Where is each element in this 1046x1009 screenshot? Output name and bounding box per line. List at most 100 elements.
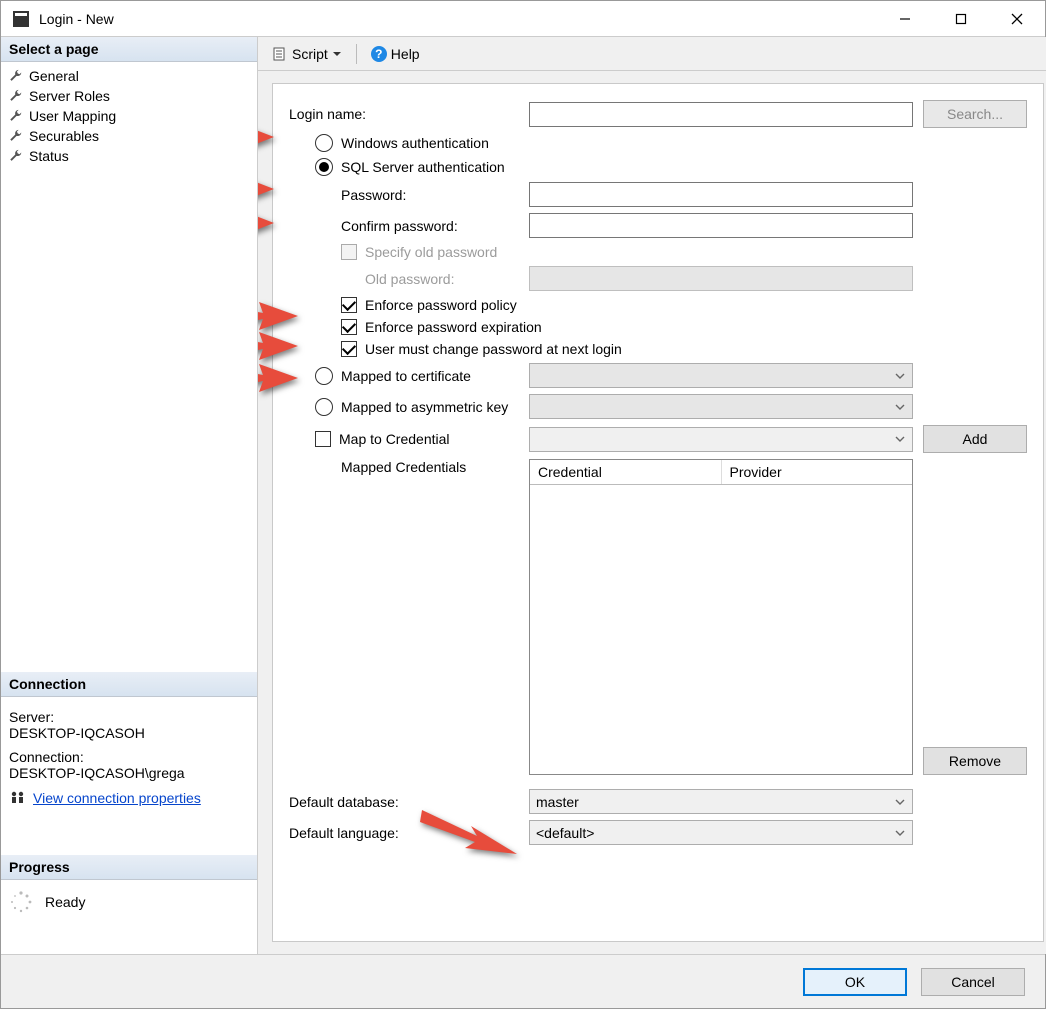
search-button[interactable]: Search...	[923, 100, 1027, 128]
windows-auth-radio[interactable]: Windows authentication	[315, 134, 529, 152]
default-database-combo[interactable]: master	[529, 789, 913, 814]
script-dropdown[interactable]: Script	[268, 44, 346, 64]
mapped-certificate-radio[interactable]: Mapped to certificate	[315, 367, 529, 385]
confirm-password-input[interactable]	[529, 213, 913, 238]
ok-button[interactable]: OK	[803, 968, 907, 996]
window-title: Login - New	[39, 11, 877, 27]
connection-value: DESKTOP-IQCASOH\grega	[9, 765, 249, 781]
view-connection-properties-link[interactable]: View connection properties	[33, 790, 201, 806]
sidebar-item-server-roles[interactable]: Server Roles	[3, 86, 255, 106]
sql-auth-radio[interactable]: SQL Server authentication	[315, 158, 505, 176]
main: Script ? Help Login name:	[258, 37, 1046, 954]
arrow-annotation	[258, 354, 303, 402]
arrow-annotation	[258, 196, 279, 250]
script-label: Script	[292, 46, 328, 62]
enforce-policy-checkbox[interactable]: Enforce password policy	[341, 297, 517, 313]
wrench-icon	[9, 109, 23, 123]
old-password-input	[529, 266, 913, 291]
help-button[interactable]: ? Help	[367, 44, 424, 64]
add-button[interactable]: Add	[923, 425, 1027, 453]
connection-section: Server: DESKTOP-IQCASOH Connection: DESK…	[1, 697, 257, 815]
separator	[356, 44, 357, 64]
titlebar: Login - New	[1, 1, 1045, 37]
progress-row: Ready	[1, 880, 257, 914]
sidebar-item-label: Server Roles	[29, 88, 110, 104]
credentials-grid[interactable]: Credential Provider	[529, 459, 913, 775]
sidebar-item-label: General	[29, 68, 79, 84]
sidebar-item-label: Securables	[29, 128, 99, 144]
enforce-policy-label: Enforce password policy	[365, 297, 517, 313]
col-credential: Credential	[530, 460, 722, 484]
radio-icon	[315, 134, 333, 152]
toolstrip: Script ? Help	[258, 37, 1046, 71]
must-change-checkbox[interactable]: User must change password at next login	[341, 341, 622, 357]
mapped-credentials-label: Mapped Credentials	[289, 459, 529, 475]
asymmetric-combo[interactable]	[529, 394, 913, 419]
must-change-label: User must change password at next login	[365, 341, 622, 357]
password-input[interactable]	[529, 182, 913, 207]
checkbox-icon	[341, 244, 357, 260]
default-language-combo[interactable]: <default>	[529, 820, 913, 845]
sidebar-item-securables[interactable]: Securables	[3, 126, 255, 146]
specify-old-password-checkbox[interactable]: Specify old password	[341, 244, 497, 260]
combo-value: <default>	[536, 825, 594, 841]
maximize-button[interactable]	[933, 1, 989, 37]
arrow-annotation	[258, 110, 279, 164]
password-label: Password:	[289, 187, 529, 203]
windows-auth-label: Windows authentication	[341, 135, 489, 151]
chevron-down-icon	[894, 827, 906, 839]
map-credential-checkbox[interactable]: Map to Credential	[315, 431, 529, 447]
certificate-combo[interactable]	[529, 363, 913, 388]
arrow-annotation	[417, 806, 527, 860]
progress-text: Ready	[45, 894, 85, 910]
app-icon	[13, 11, 29, 27]
checkbox-icon	[341, 319, 357, 335]
connection-heading: Connection	[1, 672, 257, 697]
pages-heading: Select a page	[1, 37, 257, 62]
general-card: Login name: Search... Windows authentica…	[272, 83, 1044, 942]
close-button[interactable]	[989, 1, 1045, 37]
chevron-down-icon	[894, 433, 906, 445]
old-password-label: Old password:	[365, 271, 454, 287]
chevron-down-icon	[894, 796, 906, 808]
checkbox-icon	[315, 431, 331, 447]
cancel-button[interactable]: Cancel	[921, 968, 1025, 996]
wrench-icon	[9, 129, 23, 143]
sidebar-item-general[interactable]: General	[3, 66, 255, 86]
enforce-expiration-label: Enforce password expiration	[365, 319, 542, 335]
login-name-label: Login name:	[289, 106, 529, 122]
sql-auth-label: SQL Server authentication	[341, 159, 505, 175]
combo-value: master	[536, 794, 579, 810]
mapped-asymmetric-label: Mapped to asymmetric key	[341, 399, 508, 415]
server-value: DESKTOP-IQCASOH	[9, 725, 249, 741]
help-icon: ?	[371, 46, 387, 62]
col-provider: Provider	[722, 460, 913, 484]
chevron-down-icon	[332, 49, 342, 59]
mapped-certificate-label: Mapped to certificate	[341, 368, 471, 384]
dialog-footer: OK Cancel	[1, 954, 1045, 1008]
wrench-icon	[9, 69, 23, 83]
checkbox-icon	[341, 297, 357, 313]
sidebar-item-label: Status	[29, 148, 69, 164]
progress-heading: Progress	[1, 855, 257, 880]
login-name-input[interactable]	[529, 102, 913, 127]
minimize-button[interactable]	[877, 1, 933, 37]
chevron-down-icon	[894, 401, 906, 413]
help-label: Help	[391, 46, 420, 62]
checkbox-icon	[341, 341, 357, 357]
chevron-down-icon	[894, 370, 906, 382]
radio-icon	[315, 158, 333, 176]
radio-icon	[315, 367, 333, 385]
sidebar-item-user-mapping[interactable]: User Mapping	[3, 106, 255, 126]
map-credential-label: Map to Credential	[339, 431, 450, 447]
sidebar-item-status[interactable]: Status	[3, 146, 255, 166]
mapped-asymmetric-radio[interactable]: Mapped to asymmetric key	[315, 398, 529, 416]
connection-label: Connection:	[9, 749, 249, 765]
specify-old-password-label: Specify old password	[365, 244, 497, 260]
server-label: Server:	[9, 709, 249, 725]
credential-combo[interactable]	[529, 427, 913, 452]
enforce-expiration-checkbox[interactable]: Enforce password expiration	[341, 319, 542, 335]
remove-button[interactable]: Remove	[923, 747, 1027, 775]
sidebar: Select a page General Server Roles User …	[1, 37, 258, 954]
confirm-password-label: Confirm password:	[289, 218, 529, 234]
